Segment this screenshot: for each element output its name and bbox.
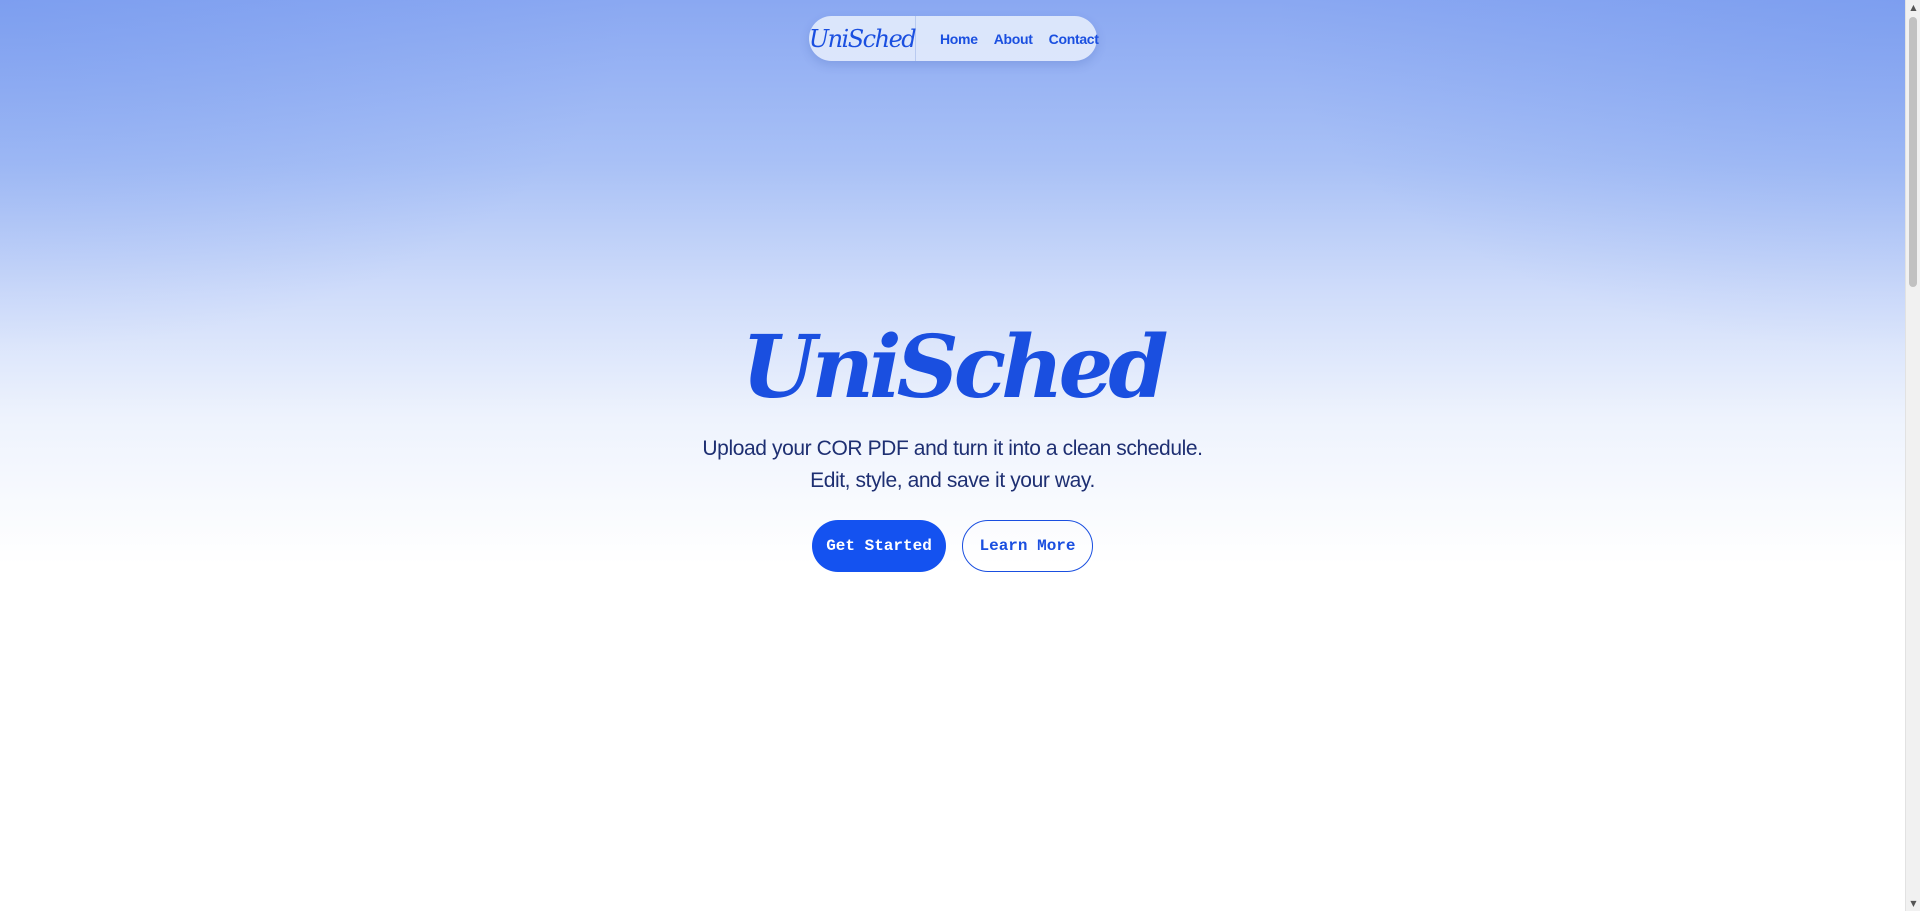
hero-subtitle-line-2: Edit, style, and save it your way. (810, 469, 1095, 492)
learn-more-button[interactable]: Learn More (962, 520, 1093, 572)
nav-logo[interactable]: UniSched (809, 16, 917, 61)
hero-subtitle-line-1: Upload your COR PDF and turn it into a c… (702, 437, 1203, 460)
hero-title: UniSched (741, 317, 1168, 418)
get-started-button[interactable]: Get Started (812, 520, 946, 572)
navbar: UniSched Home About Contact (809, 16, 1099, 61)
chevron-up-icon[interactable]: ▲ (1906, 0, 1920, 15)
nav-link-home[interactable]: Home (940, 31, 978, 47)
nav-link-contact[interactable]: Contact (1049, 31, 1099, 47)
hero-subtitle: Upload your COR PDF and turn it into a c… (0, 433, 1905, 497)
chevron-down-icon[interactable]: ▼ (1906, 896, 1920, 911)
page-background: UniSched Home About Contact UniSched Upl… (0, 0, 1905, 911)
nav-links: Home About Contact (916, 31, 1099, 47)
nav-link-about[interactable]: About (994, 31, 1033, 47)
scrollbar-thumb[interactable] (1909, 17, 1917, 287)
page-scrollbar[interactable]: ▲ ▼ (1905, 0, 1920, 911)
